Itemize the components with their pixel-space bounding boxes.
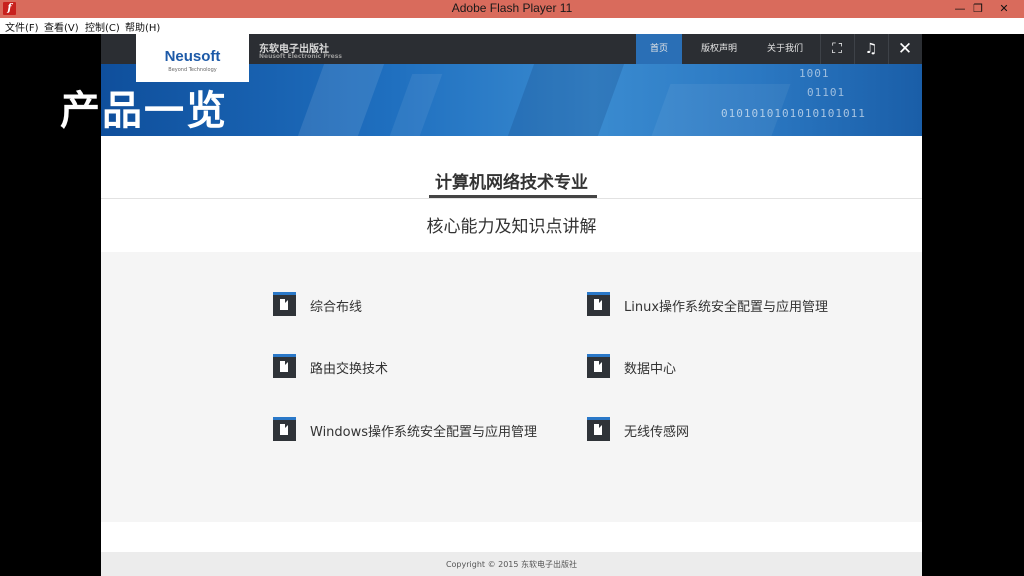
list-item-routing[interactable]: 路由交换技术 bbox=[273, 354, 533, 380]
document-icon bbox=[273, 292, 296, 316]
window-title: Adobe Flash Player 11 bbox=[451, 1, 573, 15]
list-item-windows[interactable]: Windows操作系统安全配置与应用管理 bbox=[273, 417, 563, 443]
nav-copyright[interactable]: 版权声明 bbox=[689, 34, 749, 64]
list-item-label: 路由交换技术 bbox=[310, 362, 389, 377]
banner-decoration bbox=[507, 64, 625, 136]
list-item-wsn[interactable]: 无线传感网 bbox=[587, 417, 867, 443]
list-item-label: Windows操作系统安全配置与应用管理 bbox=[310, 425, 538, 440]
list-item-linux[interactable]: Linux操作系统安全配置与应用管理 bbox=[587, 292, 867, 318]
list-item-label: Linux操作系统安全配置与应用管理 bbox=[624, 300, 829, 315]
page-title: 产品一览 bbox=[60, 88, 228, 134]
document-icon bbox=[587, 354, 610, 378]
document-icon bbox=[273, 354, 296, 378]
list-item-cabling[interactable]: 综合布线 bbox=[273, 292, 533, 318]
document-icon bbox=[587, 292, 610, 316]
close-icon[interactable]: ✕ bbox=[888, 34, 921, 64]
menu-bar: 文件(F) 查看(V) 控制(C) 帮助(H) bbox=[0, 18, 1024, 34]
banner-binary-text: 0101010101010101011 bbox=[721, 107, 866, 120]
banner-binary-text: 1001 bbox=[799, 67, 830, 80]
divider bbox=[101, 198, 922, 199]
menu-control[interactable]: 控制(C) bbox=[85, 19, 120, 34]
heading-section: 计算机网络技术专业 核心能力及知识点讲解 bbox=[101, 136, 922, 252]
music-icon[interactable]: ♫ bbox=[854, 34, 887, 64]
publisher-name-en: Neusoft Electronic Press bbox=[259, 53, 342, 60]
list-item-label: 数据中心 bbox=[624, 362, 677, 377]
nav-about[interactable]: 关于我们 bbox=[757, 34, 813, 64]
menu-view[interactable]: 查看(V) bbox=[44, 19, 79, 34]
list-item-datacenter[interactable]: 数据中心 bbox=[587, 354, 867, 380]
logo-wordmark: Neusoft bbox=[164, 48, 221, 65]
menu-file[interactable]: 文件(F) bbox=[5, 19, 39, 34]
list-item-label: 综合布线 bbox=[310, 300, 363, 315]
sub-heading: 核心能力及知识点讲解 bbox=[426, 217, 597, 237]
window-titlebar: f Adobe Flash Player 11 — ❐ ✕ bbox=[0, 0, 1024, 18]
copyright-text: Copyright © 2015 东软电子出版社 bbox=[445, 560, 578, 569]
footer: Copyright © 2015 东软电子出版社 bbox=[101, 552, 922, 576]
document-icon bbox=[587, 417, 610, 441]
list-item-label: 无线传感网 bbox=[624, 425, 690, 440]
document-icon bbox=[273, 417, 296, 441]
banner-decoration bbox=[297, 64, 385, 136]
main-heading: 计算机网络技术专业 bbox=[435, 173, 588, 193]
logo-tagline: Beyond Technology bbox=[168, 67, 217, 73]
menu-help[interactable]: 帮助(H) bbox=[125, 19, 160, 34]
neusoft-logo: Neusoft Beyond Technology bbox=[136, 34, 249, 82]
fullscreen-icon[interactable]: ⛶ bbox=[820, 34, 853, 64]
banner-decoration bbox=[389, 74, 443, 136]
close-window-button[interactable]: ✕ bbox=[984, 0, 1024, 18]
topic-list: 综合布线 Linux操作系统安全配置与应用管理 路由交换技术 数据中心 Wind… bbox=[101, 252, 922, 522]
banner-binary-text: 01101 bbox=[807, 86, 846, 99]
nav-home[interactable]: 首页 bbox=[636, 34, 682, 64]
